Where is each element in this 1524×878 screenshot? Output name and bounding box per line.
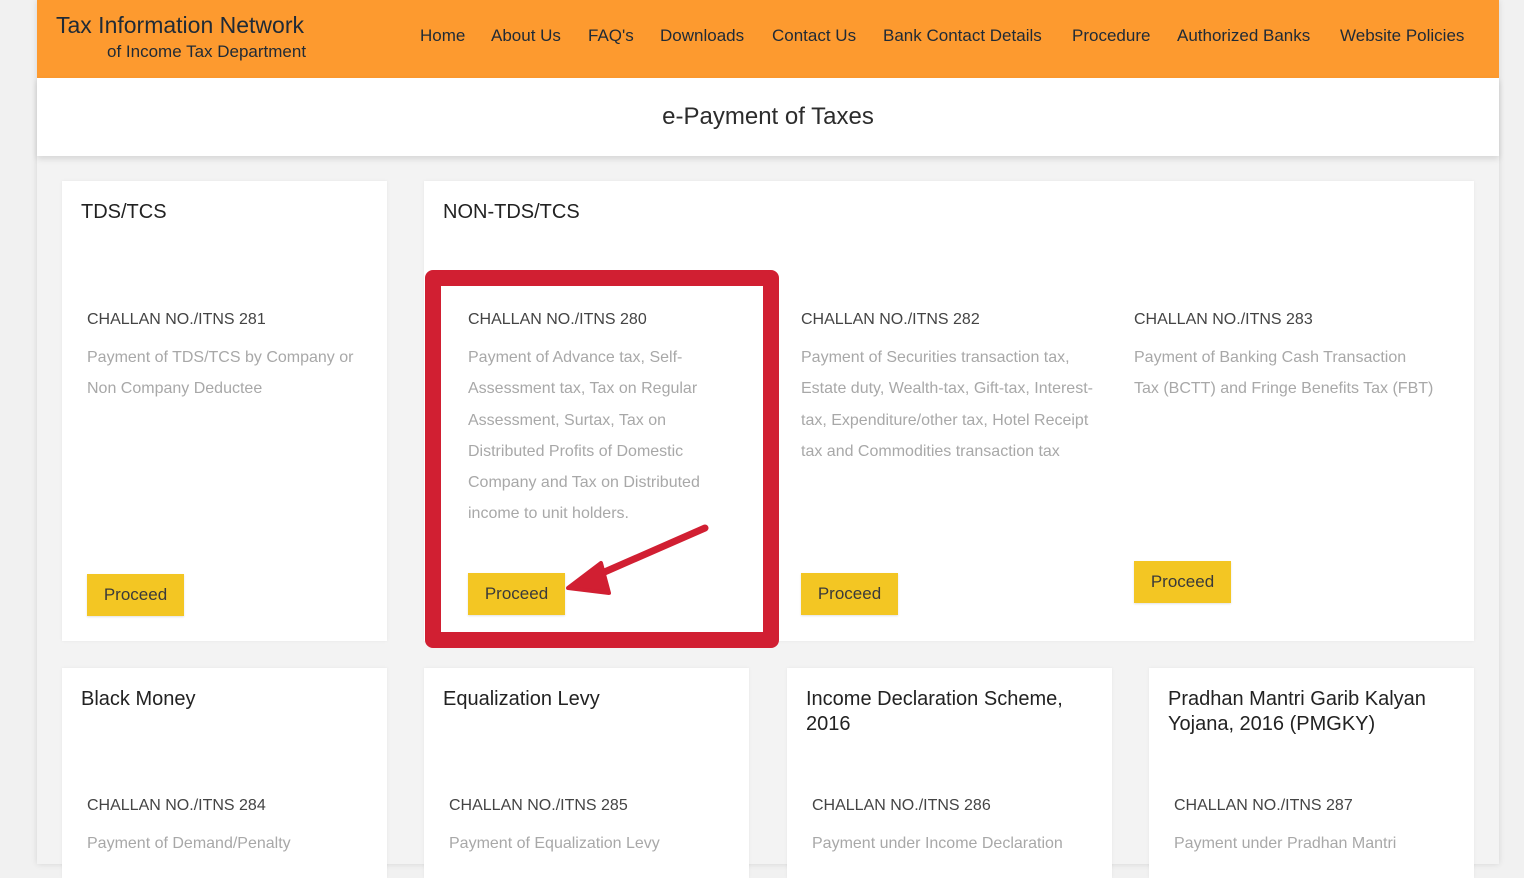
proceed-button-281[interactable]: Proceed: [87, 574, 184, 616]
card-title: NON-TDS/TCS: [443, 201, 580, 223]
challan-number: CHALLAN NO./ITNS 282: [801, 311, 980, 328]
proceed-button-283[interactable]: Proceed: [1134, 561, 1231, 603]
challan-description: Payment of Advance tax, Self-Assessment …: [468, 349, 700, 523]
challan-description: Payment of Equalization Levy: [449, 835, 660, 852]
brand-subtitle[interactable]: of Income Tax Department: [107, 42, 306, 62]
card-title: Pradhan Mantri Garib Kalyan Yojana, 2016…: [1168, 688, 1426, 735]
nav-home[interactable]: Home: [420, 26, 465, 46]
nav-bank-contact-details[interactable]: Bank Contact Details: [883, 26, 1042, 46]
challan-number: CHALLAN NO./ITNS 286: [812, 797, 991, 814]
nav-contact-us[interactable]: Contact Us: [772, 26, 856, 46]
card-black-money: Black Money CHALLAN NO./ITNS 284 Payment…: [62, 668, 387, 878]
challan-description: Payment under Income Declaration: [812, 835, 1063, 852]
challan-description: Payment under Pradhan Mantri: [1174, 835, 1397, 852]
challan-description: Payment of TDS/TCS by Company or Non Com…: [87, 349, 354, 398]
nav-downloads[interactable]: Downloads: [660, 26, 744, 46]
card-title: TDS/TCS: [81, 201, 167, 223]
challan-description: Payment of Securities transaction tax, E…: [801, 349, 1093, 460]
title-band: e-Payment of Taxes: [37, 78, 1499, 156]
brand-title[interactable]: Tax Information Network: [56, 12, 304, 39]
card-non-tds-tcs: NON-TDS/TCS CHALLAN NO./ITNS 280 Payment…: [424, 181, 1474, 641]
challan-description: Payment of Banking Cash Transaction Tax …: [1134, 349, 1434, 398]
challan-number: CHALLAN NO./ITNS 285: [449, 797, 628, 814]
top-navbar: Tax Information Network of Income Tax De…: [37, 0, 1499, 78]
nav-faqs[interactable]: FAQ's: [588, 26, 634, 46]
card-title: Equalization Levy: [443, 688, 600, 710]
challan-number: CHALLAN NO./ITNS 287: [1174, 797, 1353, 814]
card-income-declaration-scheme: Income Declaration Scheme, 2016 CHALLAN …: [787, 668, 1112, 878]
card-title: Black Money: [81, 688, 196, 710]
challan-number: CHALLAN NO./ITNS 280: [468, 311, 647, 328]
proceed-button-280[interactable]: Proceed: [468, 573, 565, 615]
page: Tax Information Network of Income Tax De…: [37, 0, 1499, 878]
card-pmgky: Pradhan Mantri Garib Kalyan Yojana, 2016…: [1149, 668, 1474, 878]
card-title: Income Declaration Scheme, 2016: [806, 688, 1063, 735]
challan-description: Payment of Demand/Penalty: [87, 835, 291, 852]
nav-procedure[interactable]: Procedure: [1072, 26, 1150, 46]
nav-authorized-banks[interactable]: Authorized Banks: [1177, 26, 1310, 46]
card-tds-tcs: TDS/TCS CHALLAN NO./ITNS 281 Payment of …: [62, 181, 387, 641]
challan-number: CHALLAN NO./ITNS 281: [87, 311, 266, 328]
challan-number: CHALLAN NO./ITNS 283: [1134, 311, 1313, 328]
proceed-button-282[interactable]: Proceed: [801, 573, 898, 615]
card-equalization-levy: Equalization Levy CHALLAN NO./ITNS 285 P…: [424, 668, 749, 878]
nav-website-policies[interactable]: Website Policies: [1340, 26, 1464, 46]
page-title: e-Payment of Taxes: [662, 103, 874, 130]
nav-about-us[interactable]: About Us: [491, 26, 561, 46]
challan-number: CHALLAN NO./ITNS 284: [87, 797, 266, 814]
